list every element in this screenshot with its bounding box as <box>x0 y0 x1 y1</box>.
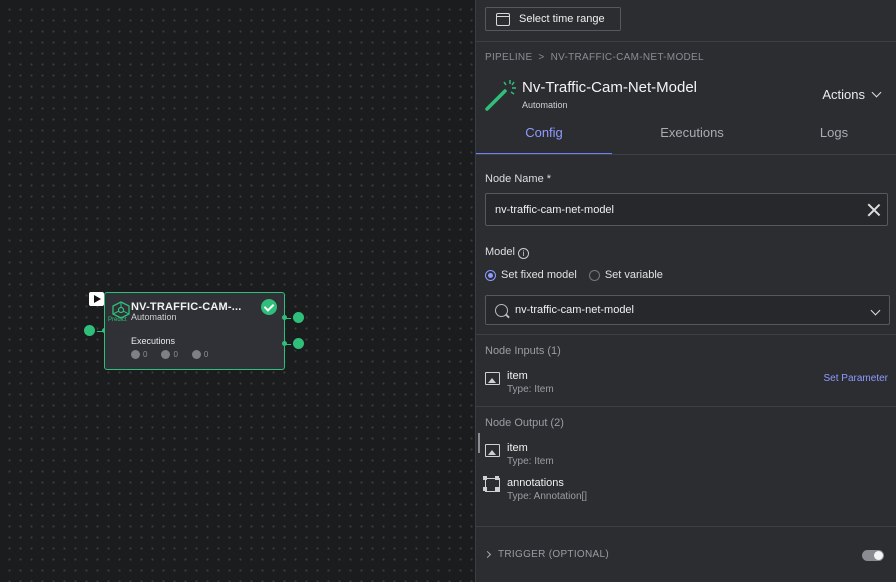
tab-bar: Config Executions Logs <box>476 118 896 154</box>
actions-label: Actions <box>822 87 865 102</box>
node-name-label: Node Name * <box>485 173 552 185</box>
node-detail-title: Nv-Traffic-Cam-Net-Model <box>522 79 698 96</box>
output-port-dot-1 <box>282 315 287 320</box>
model-selected-value: nv-traffic-cam-net-model <box>515 304 634 316</box>
failed-icon <box>191 350 201 359</box>
chevron-down-icon <box>870 305 881 316</box>
breadcrumb: PIPELINE > NV-TRAFFIC-CAM-NET-MODEL <box>485 52 704 63</box>
tab-executions[interactable]: Executions <box>612 118 772 154</box>
actions-dropdown[interactable]: Actions <box>822 87 882 102</box>
output-annotations: annotations Type: Annotation[] <box>483 476 588 502</box>
set-parameter-link[interactable]: Set Parameter <box>824 373 888 384</box>
node-details-panel: Select time range PIPELINE > NV-TRAFFIC-… <box>475 0 896 582</box>
search-icon <box>495 303 508 317</box>
output-port-dot-2 <box>282 341 287 346</box>
status-check-icon <box>261 299 277 315</box>
node-detail-subtitle: Automation <box>522 100 568 110</box>
radio-unselected-icon <box>588 269 600 281</box>
image-icon <box>485 444 500 457</box>
breadcrumb-current: NV-TRAFFIC-CAM-NET-MODEL <box>550 52 704 63</box>
node-stats: 0 0 0 <box>131 350 208 359</box>
stat-queued: 0 <box>131 350 147 359</box>
info-icon[interactable]: i <box>517 248 529 259</box>
node-inputs-title: Node Inputs (1) <box>485 345 561 357</box>
input-item: item Type: Item <box>485 370 554 395</box>
calendar-icon <box>496 12 510 26</box>
breadcrumb-separator: > <box>538 52 545 63</box>
output-name: item <box>507 442 528 454</box>
divider <box>476 154 896 155</box>
breadcrumb-root[interactable]: PIPELINE <box>485 52 532 63</box>
node-executions-label: Executions <box>131 336 176 346</box>
tab-logs[interactable]: Logs <box>772 118 896 154</box>
output-type: Type: Item <box>507 456 554 467</box>
pipeline-node[interactable]: Predict NV-TRAFFIC-CAM-... Automation Ex… <box>104 292 285 370</box>
model-mode-radio-group: Set fixed model Set variable <box>485 269 663 281</box>
node-subtitle: Automation <box>131 312 177 322</box>
output-name: annotations <box>507 477 564 489</box>
resize-handle[interactable] <box>478 433 480 453</box>
input-name: item <box>507 370 528 382</box>
tab-config[interactable]: Config <box>476 118 612 154</box>
node-icon-label: Predict <box>108 317 127 323</box>
output-annotations-port-icon[interactable] <box>291 336 306 351</box>
model-label: Model <box>485 246 515 258</box>
play-icon[interactable] <box>89 292 104 306</box>
trigger-section-toggle[interactable]: TRIGGER (OPTIONAL) <box>483 549 609 560</box>
divider <box>476 526 896 527</box>
chevron-right-icon <box>483 550 492 559</box>
divider <box>476 406 896 407</box>
output-item: item Type: Item <box>485 442 554 467</box>
image-icon <box>485 372 500 385</box>
radio-set-variable[interactable]: Set variable <box>588 269 663 281</box>
clear-icon[interactable] <box>867 203 881 217</box>
radio-set-fixed-model[interactable]: Set fixed model <box>485 269 577 281</box>
success-icon <box>161 350 171 359</box>
pipeline-canvas[interactable]: Predict NV-TRAFFIC-CAM-... Automation Ex… <box>0 0 475 582</box>
radio-label: Set fixed model <box>501 269 577 281</box>
model-label-row: Model i <box>485 246 529 259</box>
output-item-port-icon[interactable] <box>291 310 306 325</box>
node-output-title: Node Output (2) <box>485 417 564 429</box>
stat-failed: 0 <box>191 350 208 359</box>
divider <box>476 334 896 335</box>
time-range-label: Select time range <box>519 13 605 25</box>
chevron-down-icon <box>871 87 882 98</box>
node-name-value: nv-traffic-cam-net-model <box>495 203 614 216</box>
output-type: Type: Annotation[] <box>507 491 588 502</box>
radio-selected-icon <box>485 269 496 281</box>
stat-success: 0 <box>161 350 178 359</box>
queue-icon <box>131 350 140 359</box>
magic-wand-icon <box>485 80 516 111</box>
trigger-toggle-switch[interactable] <box>862 550 884 561</box>
input-port-icon[interactable] <box>82 323 97 338</box>
model-select[interactable]: nv-traffic-cam-net-model <box>485 295 890 325</box>
trigger-label: TRIGGER (OPTIONAL) <box>498 549 609 560</box>
node-name-input[interactable]: nv-traffic-cam-net-model <box>485 193 888 226</box>
select-time-range-button[interactable]: Select time range <box>485 7 621 31</box>
radio-label: Set variable <box>604 269 663 281</box>
divider <box>476 41 896 42</box>
bounding-box-icon <box>483 476 500 492</box>
input-type: Type: Item <box>507 384 554 395</box>
